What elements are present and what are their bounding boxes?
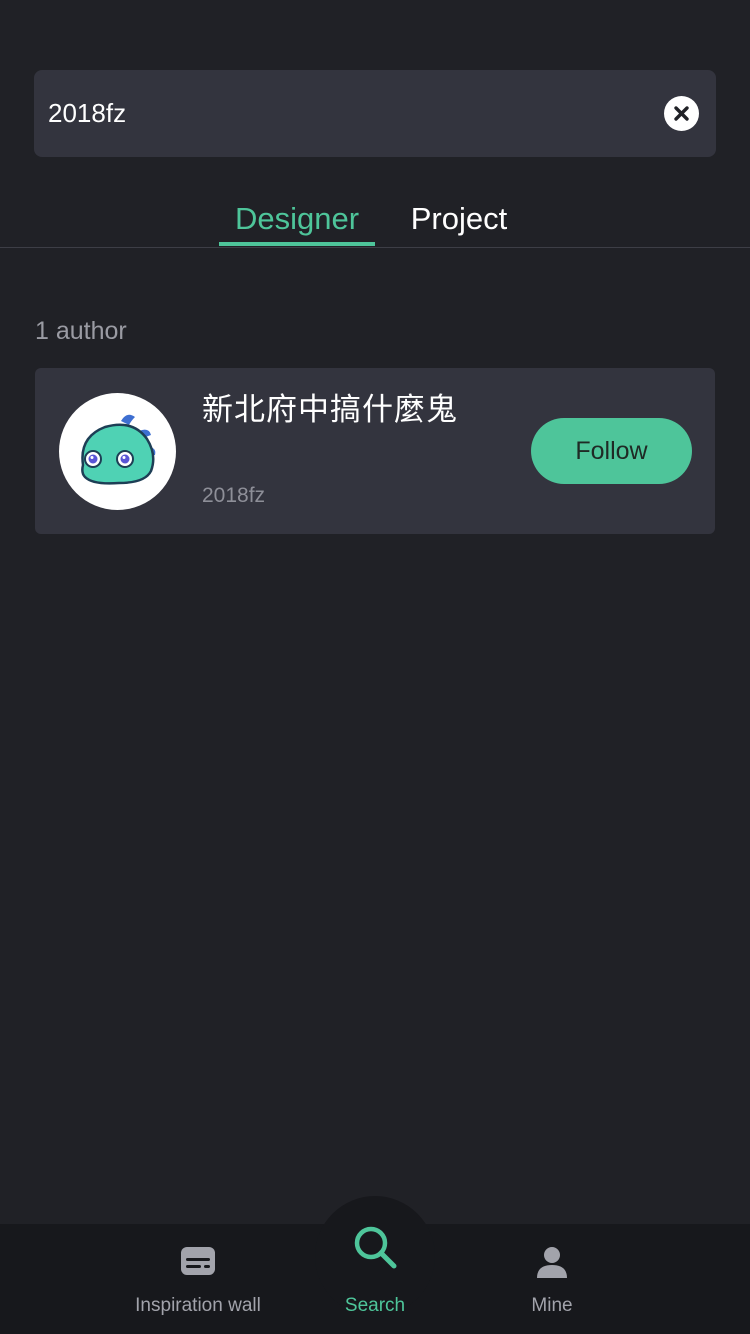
nav-item-mine[interactable]: Mine [462,1224,642,1334]
nav-label-mine: Mine [531,1295,573,1316]
tab-project[interactable]: Project [396,198,522,240]
result-count: 1 author [35,317,127,345]
search-input[interactable]: 2018fz [48,70,126,157]
nav-label-inspiration-wall: Inspiration wall [135,1295,261,1316]
user-icon [537,1247,567,1278]
nav-item-inspiration-wall[interactable]: Inspiration wall [108,1224,288,1334]
nav-item-search[interactable]: Search [285,1224,465,1334]
dinosaur-avatar-icon [81,414,156,485]
active-tab-indicator [219,242,375,246]
nav-label-search: Search [344,1295,406,1316]
avatar[interactable] [59,393,176,510]
author-card[interactable]: 新北府中搞什麼鬼 2018fz Follow [35,368,715,534]
clear-search-button[interactable] [664,96,699,131]
tab-designer[interactable]: Designer [219,198,375,240]
author-handle: 2018fz [202,484,266,507]
tabs-divider [0,247,750,248]
close-circle-icon [674,106,689,121]
author-name[interactable]: 新北府中搞什麼鬼 [202,390,458,430]
follow-button[interactable]: Follow [531,418,692,484]
search-icon [354,1226,397,1269]
search-bar[interactable]: 2018fz [34,70,716,157]
message-card-icon [181,1247,215,1275]
result-tabs: Designer Project [0,188,750,248]
